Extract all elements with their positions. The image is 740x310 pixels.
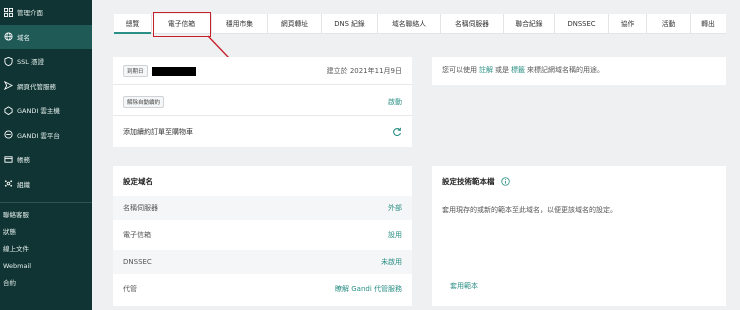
sidebar-item-dashboard[interactable]: 管理介面 bbox=[0, 0, 92, 25]
created-date: 建立於 2021年11月9日 bbox=[326, 67, 402, 75]
info-suffix: 來標記網域名稱的用途。 bbox=[527, 66, 604, 74]
sidebar-item-label: GANDI 雲平台 bbox=[17, 131, 60, 140]
notes-link[interactable]: 註解 bbox=[479, 65, 493, 75]
config-label: 代管 bbox=[123, 285, 137, 293]
auto-renew-activate-link[interactable]: 啟動 bbox=[388, 97, 402, 107]
tab-overview[interactable]: 總覽 bbox=[114, 14, 151, 34]
tab-web-forwarding[interactable]: 網頁轉址 bbox=[268, 14, 321, 34]
sidebar-item-cloud[interactable]: GANDI 雲主機 bbox=[0, 98, 92, 123]
config-row-dnssec: DNSSEC 未啟用 bbox=[113, 250, 412, 274]
refresh-icon[interactable] bbox=[392, 127, 402, 137]
tab-dnssec[interactable]: DNSSEC bbox=[555, 14, 608, 34]
sidebar: 管理介面 域名 SSL 憑證 網頁代管服務 GANDI 雲主機 GANDI 雲平… bbox=[0, 0, 92, 310]
sidebar-item-domains[interactable]: 域名 bbox=[0, 24, 92, 49]
sidebar-link-status[interactable]: 狀態 bbox=[0, 224, 92, 241]
org-icon bbox=[3, 179, 13, 189]
info-icon[interactable] bbox=[500, 176, 510, 186]
tab-transfer-out[interactable]: 轉出 bbox=[691, 14, 725, 34]
sidebar-link-webmail[interactable]: Webmail bbox=[0, 258, 92, 275]
config-value-link[interactable]: 未啟用 bbox=[381, 257, 402, 267]
auto-renew-tag: 解除自動續約 bbox=[123, 96, 165, 108]
sidebar-item-label: 帳務 bbox=[17, 156, 30, 165]
info-prefix: 您可以使用 bbox=[442, 66, 477, 74]
config-value-link[interactable]: 外部 bbox=[388, 203, 402, 213]
config-label: 電子信箱 bbox=[123, 231, 151, 239]
info-card: 您可以使用 註解 或是 標籤 來標記網域名稱的用途。 bbox=[432, 57, 726, 85]
sidebar-item-label: 網頁代管服務 bbox=[17, 82, 56, 91]
sidebar-item-label: GANDI 雲主機 bbox=[17, 107, 60, 116]
sidebar-item-label: 域名 bbox=[17, 33, 30, 42]
bill-icon bbox=[3, 154, 13, 164]
config-label: 名稱伺服器 bbox=[123, 204, 158, 212]
globe-icon bbox=[3, 32, 13, 42]
server-icon bbox=[3, 81, 13, 91]
tab-glue-records[interactable]: 聯合紀錄 bbox=[504, 14, 554, 34]
tab-marketplace[interactable]: 穩用市集 bbox=[212, 14, 267, 34]
add-renewal-label: 添加續約訂單至購物車 bbox=[123, 128, 193, 136]
technical-template-card: 設定技術範本檔 套用現存的或新的範本至此域名，以便更該域名的設定。 套用範本 bbox=[432, 166, 726, 306]
overview-card: 到期日 建立於 2021年11月9日 解除自動續約 啟動 添加續約訂單至購物車 bbox=[113, 57, 412, 147]
sidebar-item-label: 組織 bbox=[17, 180, 30, 189]
redacted-date bbox=[151, 66, 196, 76]
sidebar-item-organizations[interactable]: 組織 bbox=[0, 172, 92, 197]
expiry-tag: 到期日 bbox=[123, 65, 148, 77]
info-middle: 或是 bbox=[495, 66, 509, 74]
template-title: 設定技術範本檔 bbox=[442, 176, 495, 186]
apply-template-link[interactable]: 套用範本 bbox=[450, 281, 478, 291]
sidebar-item-ssl[interactable]: SSL 憑證 bbox=[0, 49, 92, 74]
sidebar-item-label: 管理介面 bbox=[17, 9, 43, 18]
sidebar-item-label: SSL 憑證 bbox=[17, 58, 44, 67]
shield-icon bbox=[3, 56, 13, 66]
tab-dns-records[interactable]: DNS 紀錄 bbox=[322, 14, 377, 34]
config-value-link[interactable]: 設用 bbox=[388, 230, 402, 240]
sidebar-divider bbox=[0, 202, 92, 203]
sidebar-link-docs[interactable]: 線上文件 bbox=[0, 241, 92, 258]
config-row-email: 電子信箱 設用 bbox=[113, 223, 412, 247]
cloud-platform-icon bbox=[3, 130, 13, 140]
sidebar-link-support[interactable]: 聯絡客服 bbox=[0, 207, 92, 224]
tags-link[interactable]: 標籤 bbox=[511, 65, 525, 75]
config-value-link[interactable]: 瞭解 Gandi 代管服務 bbox=[335, 284, 402, 294]
configure-domain-card: 設定域名 名稱伺服器 外部 電子信箱 設用 DNSSEC 未啟用 代管 瞭解 G… bbox=[113, 166, 412, 306]
tab-collaborate[interactable]: 協作 bbox=[609, 14, 646, 34]
tab-contacts[interactable]: 域名聯絡人 bbox=[378, 14, 440, 34]
template-description: 套用現存的或新的範本至此域名，以便更該域名的設定。 bbox=[442, 206, 617, 214]
config-label: DNSSEC bbox=[123, 258, 152, 266]
tab-activity[interactable]: 活動 bbox=[647, 14, 690, 34]
config-row-nameservers: 名稱伺服器 外部 bbox=[113, 196, 412, 220]
config-row-hosting: 代管 瞭解 Gandi 代管服務 bbox=[113, 277, 412, 301]
sidebar-item-cloud-platform[interactable]: GANDI 雲平台 bbox=[0, 123, 92, 148]
sidebar-item-billing[interactable]: 帳務 bbox=[0, 147, 92, 172]
sidebar-item-hosting[interactable]: 網頁代管服務 bbox=[0, 74, 92, 99]
grid-icon bbox=[3, 7, 13, 17]
sidebar-link-contracts[interactable]: 合約 bbox=[0, 275, 92, 292]
tab-nameservers[interactable]: 名稱伺服器 bbox=[441, 14, 503, 34]
configure-title: 設定域名 bbox=[123, 176, 153, 186]
cloud-icon bbox=[3, 105, 13, 115]
